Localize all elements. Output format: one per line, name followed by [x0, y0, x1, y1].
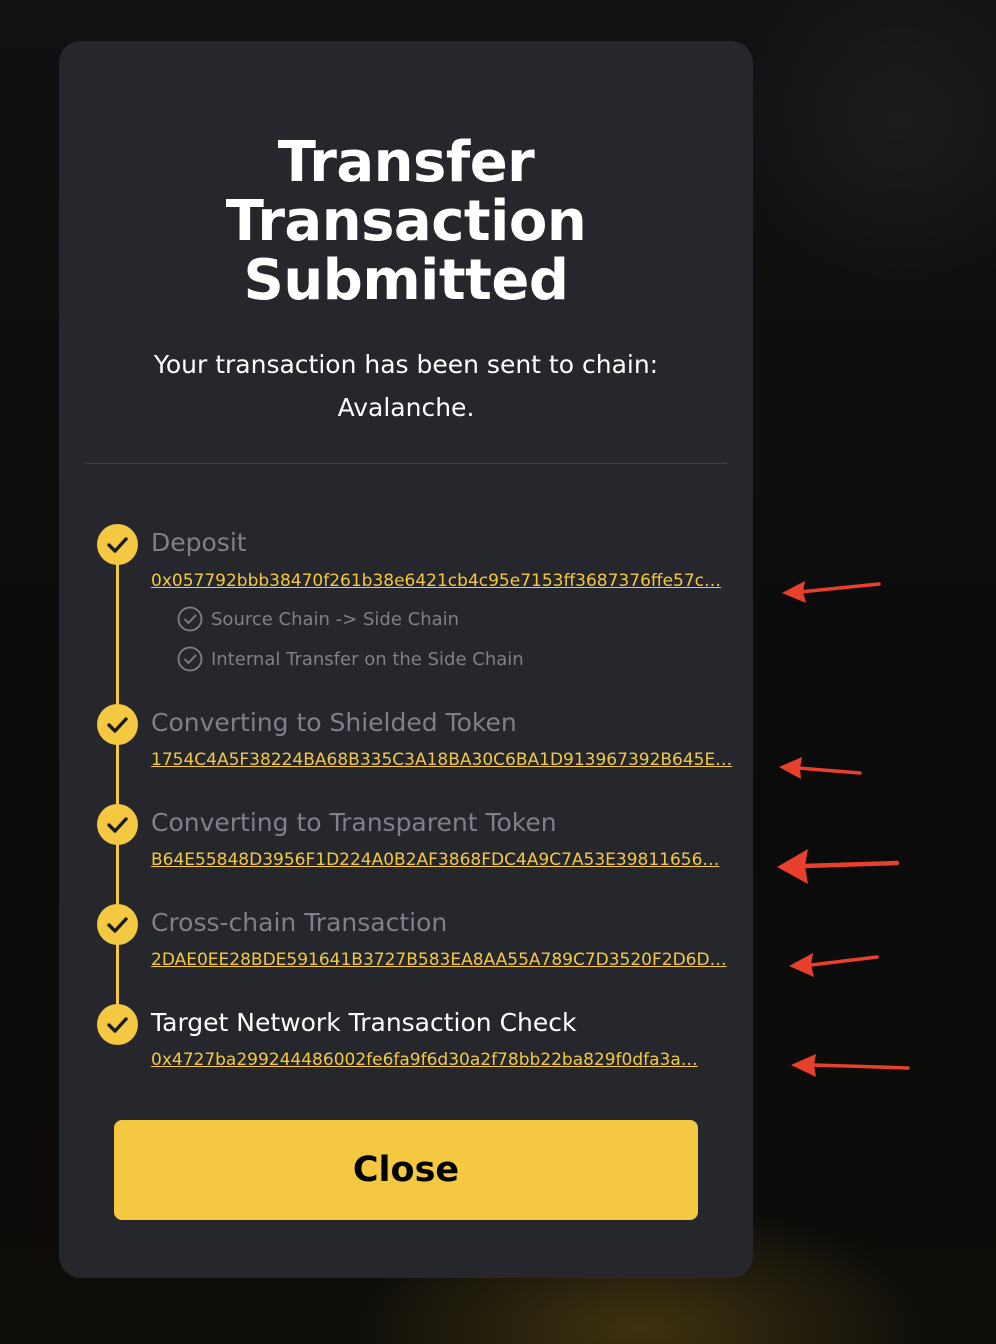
transfer-submitted-modal: Transfer Transaction Submitted Your tran…: [59, 41, 753, 1278]
modal-title-line-2: Transaction: [225, 189, 587, 254]
close-button[interactable]: Close: [114, 1120, 698, 1220]
subtitle-chain-name: Avalanche.: [337, 393, 475, 422]
divider: [85, 463, 727, 464]
step-deposit-check-icon: [97, 524, 138, 565]
step-shielded-label: Converting to Shielded Token: [151, 708, 517, 737]
modal-title-line-1: Transfer: [277, 130, 535, 195]
step-target-tx-link[interactable]: 0x4727ba299244486002fe6fa9f6d30a2f78bb22…: [151, 1049, 775, 1071]
substep-internal-transfer: Internal Transfer on the Side Chain: [177, 646, 524, 672]
red-arrow-icon: [777, 849, 900, 884]
modal-title-line-3: Submitted: [243, 248, 569, 313]
step-deposit-tx-link[interactable]: 0x057792bbb38470f261b38e6421cb4c95e7153f…: [151, 570, 775, 592]
step-crosschain-label: Cross-chain Transaction: [151, 908, 448, 937]
substep-source-to-side: Source Chain -> Side Chain: [177, 606, 459, 632]
step-target-check-icon: [97, 1004, 138, 1045]
step-shielded-check-icon: [97, 704, 138, 745]
step-transparent-check-icon: [97, 804, 138, 845]
step-target-label: Target Network Transaction Check: [151, 1008, 577, 1037]
step-transparent-tx-link[interactable]: B64E55848D3956F1D224A0B2AF3868FDC4A9C7A5…: [151, 849, 775, 871]
check-circle-icon: [177, 606, 203, 632]
modal-subtitle: Your transaction has been sent to chain:…: [99, 343, 713, 429]
check-circle-icon: [177, 646, 203, 672]
red-arrow-icon: [789, 953, 879, 977]
red-arrow-icon: [791, 1054, 910, 1077]
substep-source-to-side-label: Source Chain -> Side Chain: [211, 608, 460, 630]
modal-title: Transfer Transaction Submitted: [59, 133, 753, 310]
timeline-line: [116, 543, 119, 1023]
subtitle-line-1: Your transaction has been sent to chain:: [153, 350, 659, 379]
red-arrow-icon: [782, 581, 881, 603]
substep-internal-transfer-label: Internal Transfer on the Side Chain: [211, 648, 524, 670]
red-arrow-icon: [779, 757, 862, 779]
step-shielded-tx-link[interactable]: 1754C4A5F38224BA68B335C3A18BA30C6BA1D913…: [151, 749, 775, 771]
step-transparent-label: Converting to Transparent Token: [151, 808, 557, 837]
step-deposit-label: Deposit: [151, 528, 247, 557]
step-crosschain-tx-link[interactable]: 2DAE0EE28BDE591641B3727B583EA8AA55A789C7…: [151, 949, 775, 971]
step-crosschain-check-icon: [97, 904, 138, 945]
